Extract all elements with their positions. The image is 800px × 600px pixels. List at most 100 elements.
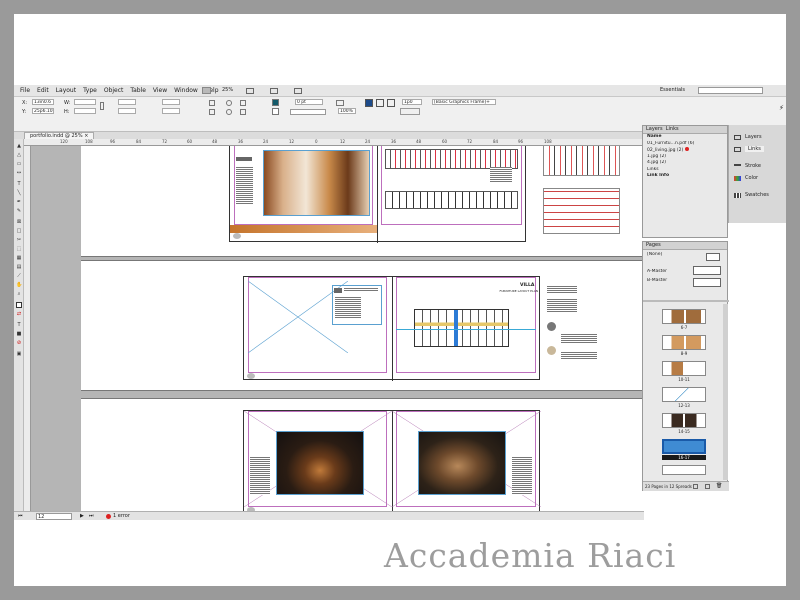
quick-apply-icon[interactable]: ⚡ bbox=[779, 104, 784, 112]
constrain-proportions-icon[interactable] bbox=[100, 102, 104, 110]
scale-x-field[interactable] bbox=[118, 99, 136, 105]
next-page-icon[interactable]: ▶ bbox=[80, 513, 84, 519]
formatting-affects-text-icon[interactable]: T bbox=[16, 322, 22, 328]
flip-vertical-icon[interactable] bbox=[209, 109, 215, 115]
direct-selection-tool-icon[interactable]: △ bbox=[16, 152, 22, 158]
pages-divider[interactable] bbox=[643, 300, 729, 302]
w-field[interactable] bbox=[74, 99, 96, 105]
pasteboard[interactable]: VILLA FURNITURE LAYOUT PLAN bbox=[31, 146, 642, 511]
spread-floorplan[interactable]: VILLA FURNITURE LAYOUT PLAN bbox=[243, 276, 540, 381]
line-tool-icon[interactable]: ╲ bbox=[16, 190, 22, 196]
wrap-none-icon[interactable] bbox=[365, 99, 373, 107]
menu-table[interactable]: Table bbox=[130, 87, 146, 94]
links-tab[interactable]: Links bbox=[666, 126, 679, 132]
page-thumbnail[interactable] bbox=[662, 465, 706, 475]
rectangle-frame-tool-icon[interactable]: ⊠ bbox=[16, 219, 22, 225]
rectangle-tool-icon[interactable]: □ bbox=[16, 228, 22, 234]
living-room-render-right[interactable] bbox=[418, 431, 506, 495]
menu-window[interactable]: Window bbox=[174, 87, 198, 94]
selection-tool-icon[interactable]: ▲ bbox=[16, 143, 22, 149]
swap-colors-icon[interactable]: ⇄ bbox=[16, 311, 22, 317]
floor-section-drawing[interactable] bbox=[385, 191, 518, 209]
opacity-icon[interactable] bbox=[336, 100, 344, 106]
dock-color[interactable]: Color bbox=[745, 175, 758, 181]
dock-layers[interactable]: Layers bbox=[745, 134, 762, 140]
scissors-tool-icon[interactable]: ✂ bbox=[16, 237, 22, 243]
link-info-header[interactable]: Link Info bbox=[643, 173, 727, 180]
align-icons[interactable] bbox=[400, 108, 420, 115]
object-style-field[interactable]: [Basic Graphics Frame]+ bbox=[432, 99, 496, 105]
screen-mode-tool-icon[interactable]: ▣ bbox=[16, 351, 22, 357]
pasteboard-section-drawing[interactable] bbox=[543, 188, 620, 234]
page-thumbnail[interactable] bbox=[662, 361, 706, 376]
bridge-icon[interactable] bbox=[202, 87, 211, 94]
pages-scrollbar[interactable] bbox=[723, 304, 728, 480]
select-previous-icon[interactable] bbox=[240, 109, 246, 115]
shear-field[interactable] bbox=[162, 108, 180, 114]
page-size-icon[interactable] bbox=[693, 484, 698, 489]
none-master-thumb[interactable] bbox=[706, 253, 720, 261]
view-options-icon[interactable] bbox=[246, 88, 254, 94]
menu-layout[interactable]: Layout bbox=[56, 87, 76, 94]
links-dock-icon[interactable] bbox=[734, 147, 741, 152]
first-page-icon[interactable]: ⏮ bbox=[18, 513, 23, 519]
menu-object[interactable]: Object bbox=[104, 87, 124, 94]
select-container-icon[interactable] bbox=[226, 100, 232, 106]
layers-dock-icon[interactable] bbox=[734, 135, 741, 140]
gap-tool-icon[interactable]: ↔ bbox=[16, 170, 22, 176]
scale-y-field[interactable] bbox=[118, 108, 136, 114]
spread-interior-renders[interactable] bbox=[243, 410, 541, 511]
apply-color-icon[interactable]: ■ bbox=[16, 331, 22, 337]
hand-tool-icon[interactable]: ✋ bbox=[16, 282, 22, 288]
layers-tab[interactable]: Layers bbox=[646, 126, 663, 132]
pages-panel-title[interactable]: Pages bbox=[643, 242, 727, 250]
apply-none-icon[interactable]: ⊘ bbox=[16, 340, 22, 346]
interior-render-image[interactable] bbox=[263, 150, 370, 216]
a-master-thumb[interactable] bbox=[693, 266, 721, 275]
h-field[interactable] bbox=[74, 108, 96, 114]
color-dock-icon[interactable] bbox=[734, 176, 741, 181]
new-page-icon[interactable] bbox=[705, 484, 710, 489]
search-field[interactable] bbox=[698, 87, 763, 94]
gap-field[interactable]: 1p0 bbox=[402, 99, 422, 105]
arrange-documents-icon[interactable] bbox=[294, 88, 302, 94]
preflight-status[interactable]: 1 error bbox=[113, 513, 130, 519]
gradient-tool-icon[interactable]: ▦ bbox=[16, 255, 22, 261]
x-field[interactable]: 13in0.6 bbox=[32, 99, 54, 105]
y-field[interactable]: 25p6.109 bbox=[32, 108, 54, 114]
material-sample-swatch[interactable] bbox=[547, 322, 556, 331]
living-room-render-left[interactable] bbox=[276, 431, 364, 495]
spread-interior[interactable] bbox=[229, 146, 526, 243]
eyedropper-tool-icon[interactable]: ⟋ bbox=[16, 273, 22, 279]
dock-stroke[interactable]: Stroke bbox=[745, 163, 761, 169]
pasteboard-detail-drawing[interactable] bbox=[543, 146, 620, 176]
stroke-weight-field[interactable]: 0 pt bbox=[295, 99, 323, 105]
preflight-error-icon[interactable] bbox=[106, 514, 111, 519]
swatches-dock-icon[interactable] bbox=[734, 193, 741, 198]
missing-link-icon[interactable] bbox=[684, 147, 689, 151]
menu-edit[interactable]: Edit bbox=[37, 87, 49, 94]
page-thumbnail[interactable] bbox=[662, 413, 706, 428]
workspace-switcher[interactable]: Essentials bbox=[660, 87, 685, 93]
wrap-bounding-icon[interactable] bbox=[376, 99, 384, 107]
flip-horizontal-icon[interactable] bbox=[209, 100, 215, 106]
fill-swatch[interactable] bbox=[272, 99, 279, 106]
page-thumbnail-selected[interactable] bbox=[662, 439, 706, 454]
page-tool-icon[interactable]: ▭ bbox=[16, 161, 22, 167]
b-master-thumb[interactable] bbox=[693, 278, 721, 287]
select-content-icon[interactable] bbox=[226, 109, 232, 115]
free-transform-tool-icon[interactable]: ⬚ bbox=[16, 246, 22, 252]
page-thumbnail[interactable] bbox=[662, 335, 706, 350]
menu-type[interactable]: Type bbox=[83, 87, 97, 94]
page-thumbnail[interactable] bbox=[662, 387, 706, 402]
dock-links[interactable]: Links bbox=[745, 146, 764, 152]
zoom-level-menu[interactable]: 25% bbox=[222, 87, 233, 93]
zoom-tool-icon[interactable]: ⌕ bbox=[16, 291, 22, 297]
delete-page-icon[interactable]: 🗑 bbox=[716, 483, 722, 489]
page-thumbnail[interactable] bbox=[662, 309, 706, 324]
select-next-icon[interactable] bbox=[240, 100, 246, 106]
furniture-floorplan-drawing[interactable] bbox=[414, 309, 509, 347]
pen-tool-icon[interactable]: ✒ bbox=[16, 199, 22, 205]
document-tab[interactable]: portfolio.indd @ 25% × bbox=[24, 132, 95, 139]
stroke-dock-icon[interactable] bbox=[734, 164, 741, 169]
